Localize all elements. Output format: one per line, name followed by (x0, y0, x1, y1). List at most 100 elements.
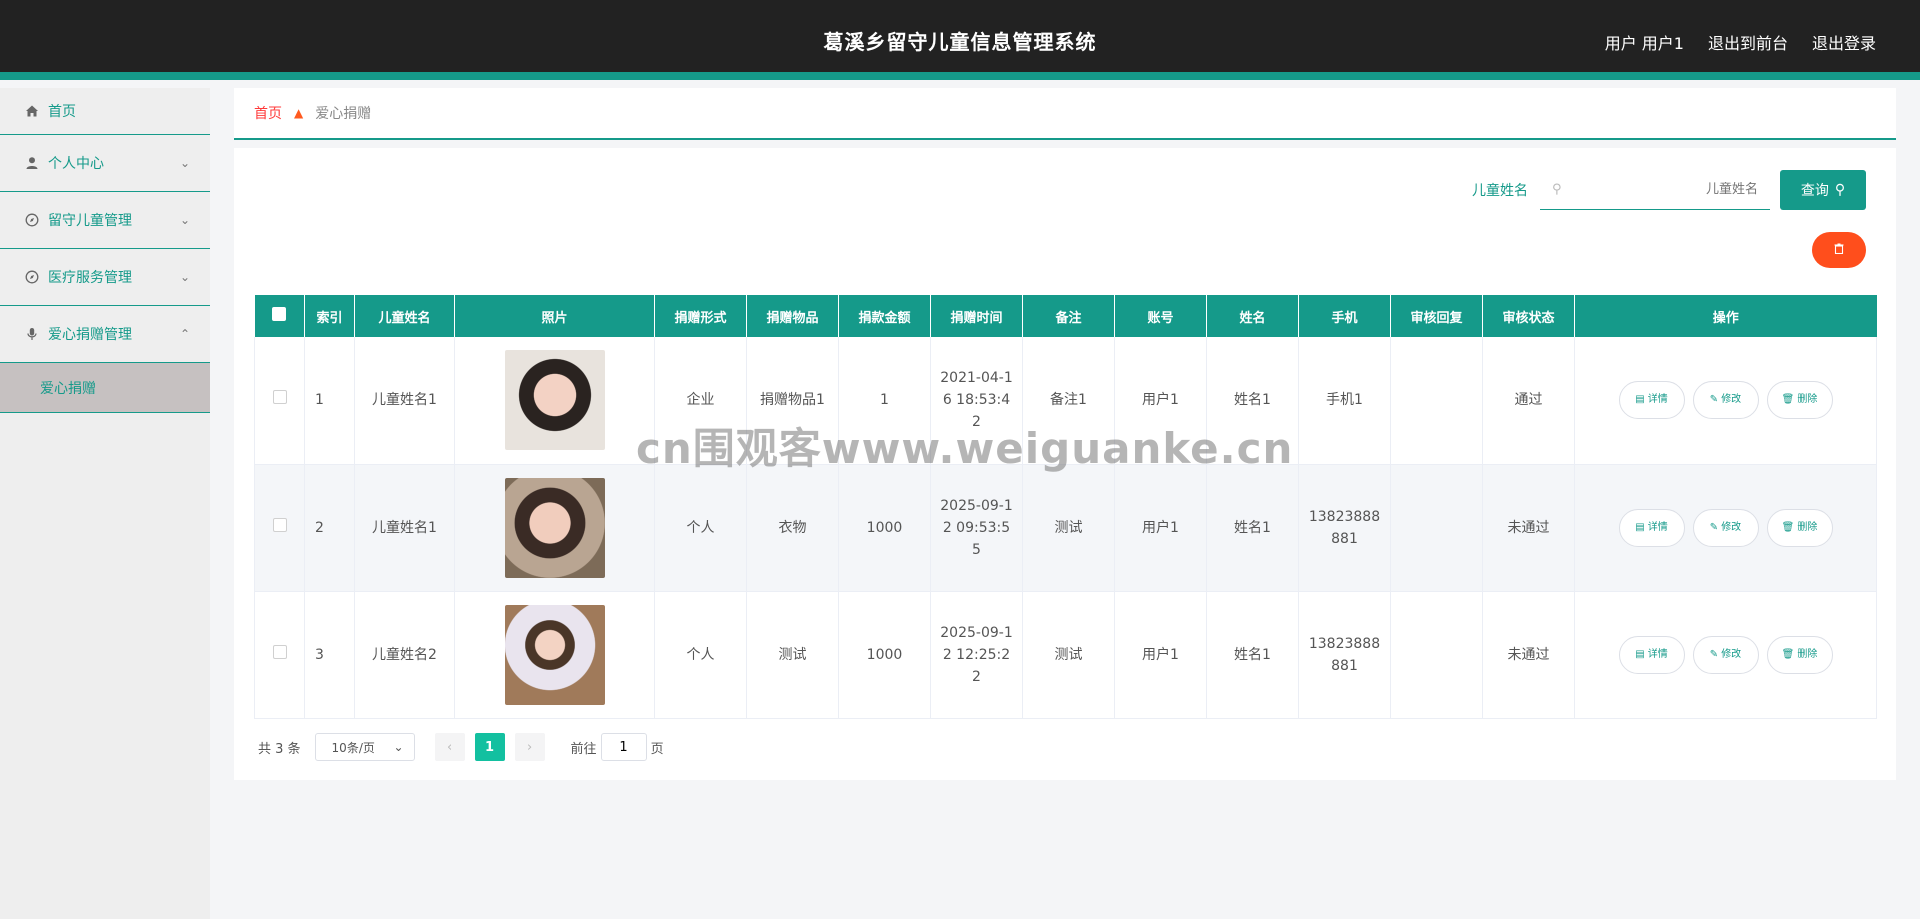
delete-button[interactable]: 🗑 删除 (1766, 635, 1833, 674)
page-size-value: 10条/页 (331, 740, 375, 755)
cell-index: 1 (304, 337, 355, 464)
cell-amount: 1000 (838, 464, 931, 591)
sidebar-subitem-donation[interactable]: 爱心捐赠 (0, 363, 210, 413)
cell-item: 衣物 (746, 464, 839, 591)
cell-actions: ▤ 详情 ✎ 修改 🗑 删除 (1574, 464, 1877, 591)
pencil-icon: ✎ (1709, 648, 1719, 660)
column-header: 审核回复 (1390, 295, 1483, 337)
row-checkbox[interactable] (272, 644, 287, 659)
sidebar-item-donation-management[interactable]: 爱心捐赠管理 ⌃ (0, 306, 210, 363)
row-checkbox[interactable] (272, 517, 287, 532)
breadcrumb: 首页 ▲ 爱心捐赠 (234, 88, 1896, 140)
column-header: 姓名 (1206, 295, 1299, 337)
cell-phone: 13823888881 (1298, 464, 1391, 591)
detail-button[interactable]: ▤ 详情 (1618, 635, 1685, 674)
cell-phone: 手机1 (1298, 337, 1391, 464)
sidebar-item-label: 留守儿童管理 (48, 213, 132, 229)
select-all-checkbox[interactable] (272, 307, 287, 321)
column-header: 捐赠物品 (746, 295, 839, 337)
cell-form: 个人 (654, 464, 747, 591)
child-photo[interactable] (504, 604, 605, 705)
header-user-area: 用户 用户1 退出到前台 退出登录 (1605, 30, 1876, 54)
cell-status: 未通过 (1482, 464, 1575, 591)
cell-reply (1390, 591, 1483, 718)
total-count: 共 3 条 (258, 741, 301, 757)
edit-button[interactable]: ✎ 修改 (1692, 508, 1759, 547)
trash-icon: 🗑 (1781, 521, 1795, 533)
detail-button[interactable]: ▤ 详情 (1618, 381, 1685, 420)
breadcrumb-home[interactable]: 首页 (254, 103, 282, 123)
sidebar-item-label: 个人中心 (48, 156, 104, 172)
detail-button-label: 详情 (1647, 394, 1668, 406)
edit-button[interactable]: ✎ 修改 (1692, 381, 1759, 420)
batch-delete-button[interactable] (1812, 232, 1866, 268)
next-page-button[interactable]: › (514, 733, 545, 761)
chevron-down-icon: ⌄ (179, 213, 190, 227)
delete-button-label: 删除 (1797, 648, 1818, 660)
cell-amount: 1000 (838, 591, 931, 718)
cell-reply (1390, 337, 1483, 464)
document-icon: ▤ (1635, 521, 1645, 533)
search-icon: ⚲ (1552, 182, 1562, 197)
cell-name: 姓名1 (1206, 464, 1299, 591)
donation-table: 索引 儿童姓名 照片 捐赠形式 捐赠物品 捐款金额 捐赠时间 备注 账号 姓名 … (254, 295, 1877, 719)
house-icon: ▲ (294, 106, 304, 120)
search-bar: 儿童姓名 ⚲ 查询 ⚲ (1472, 170, 1866, 210)
detail-button[interactable]: ▤ 详情 (1618, 508, 1685, 547)
column-header: 捐赠形式 (654, 295, 747, 337)
cell-index: 3 (304, 591, 355, 718)
trash-icon: 🗑 (1781, 394, 1795, 406)
edit-button-label: 修改 (1721, 394, 1742, 406)
child-name-input[interactable] (1567, 182, 1758, 197)
home-icon (24, 103, 40, 119)
page-size-select[interactable]: 10条/页 ⌄ (314, 733, 415, 761)
trash-icon: 🗑 (1781, 648, 1795, 660)
cell-account: 用户1 (1114, 464, 1207, 591)
sidebar-item-home[interactable]: 首页 (0, 88, 210, 135)
row-select-cell (254, 591, 305, 718)
exit-to-front-link[interactable]: 退出到前台 (1708, 30, 1788, 54)
cell-account: 用户1 (1114, 591, 1207, 718)
row-select-cell (254, 337, 305, 464)
cell-photo (454, 464, 655, 591)
column-header: 账号 (1114, 295, 1207, 337)
column-header: 索引 (304, 295, 355, 337)
table-row: 3 儿童姓名2 个人 测试 1000 2025-09-12 12:25:22 测… (254, 591, 1877, 718)
sidebar-item-medical-service[interactable]: 医疗服务管理 ⌄ (0, 249, 210, 306)
prev-page-button[interactable]: ‹ (434, 733, 465, 761)
goto-prefix: 前往 (570, 741, 597, 757)
child-photo[interactable] (504, 350, 605, 451)
query-button[interactable]: 查询 ⚲ (1780, 170, 1866, 210)
row-select-cell (254, 464, 305, 591)
child-photo[interactable] (504, 477, 605, 578)
cell-reply (1390, 464, 1483, 591)
delete-button-label: 删除 (1797, 521, 1818, 533)
cell-time: 2025-09-12 09:53:55 (930, 464, 1023, 591)
pencil-icon: ✎ (1709, 394, 1719, 406)
sidebar-item-left-behind-children[interactable]: 留守儿童管理 ⌄ (0, 192, 210, 249)
compass-icon (24, 212, 40, 228)
logout-link[interactable]: 退出登录 (1812, 30, 1876, 54)
search-field: ⚲ (1540, 170, 1770, 210)
top-header: 葛溪乡留守儿童信息管理系统 用户 用户1 退出到前台 退出登录 (0, 0, 1920, 80)
goto-page-input[interactable] (600, 733, 647, 761)
cell-child-name: 儿童姓名1 (354, 337, 455, 464)
user-icon (24, 155, 40, 171)
cell-name: 姓名1 (1206, 591, 1299, 718)
cell-status: 未通过 (1482, 591, 1575, 718)
delete-button[interactable]: 🗑 删除 (1766, 508, 1833, 547)
chevron-right-icon: › (526, 739, 533, 755)
select-all-cell (254, 295, 305, 337)
detail-button-label: 详情 (1647, 648, 1668, 660)
column-header: 捐款金额 (838, 295, 931, 337)
cell-note: 测试 (1022, 591, 1115, 718)
sidebar-item-personal-center[interactable]: 个人中心 ⌄ (0, 135, 210, 192)
page-number-current[interactable]: 1 (474, 733, 505, 761)
cell-child-name: 儿童姓名1 (354, 464, 455, 591)
cell-phone: 13823888881 (1298, 591, 1391, 718)
column-header: 操作 (1712, 310, 1739, 326)
delete-button[interactable]: 🗑 删除 (1766, 381, 1833, 420)
edit-button[interactable]: ✎ 修改 (1692, 635, 1759, 674)
cell-status: 通过 (1482, 337, 1575, 464)
row-checkbox[interactable] (272, 390, 287, 405)
